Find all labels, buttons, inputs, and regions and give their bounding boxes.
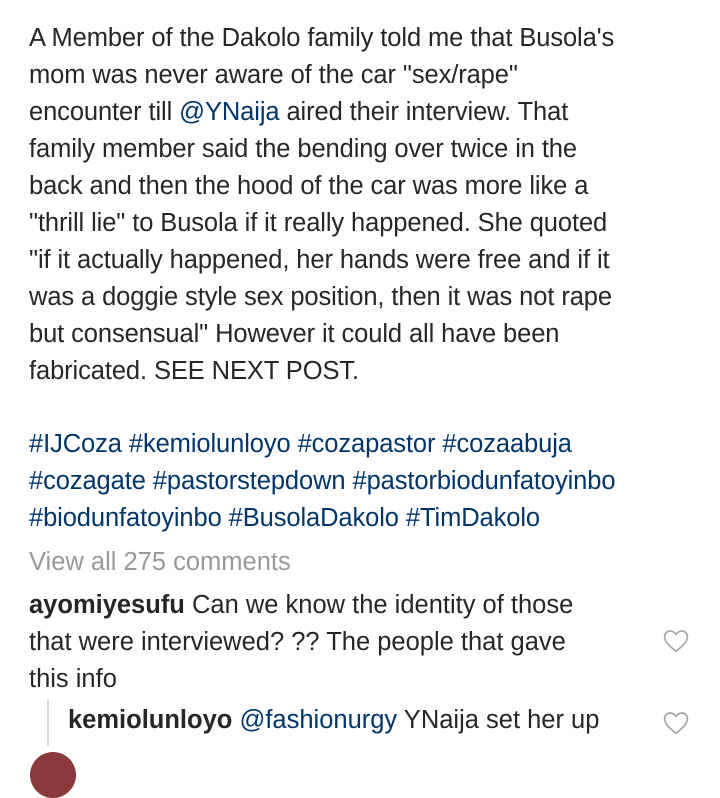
caption-line: mom was never aware of the car "sex/rape…: [29, 61, 518, 89]
caption-line: "if it actually happened, her hands were…: [29, 246, 610, 274]
caption-line: family member said the bending over twic…: [29, 135, 577, 163]
comment-text: this info: [29, 665, 117, 693]
caption-line: but consensual" However it could all hav…: [29, 320, 560, 348]
comment-text: Can we know the identity of those: [184, 591, 574, 619]
caption-line: fabricated. SEE NEXT POST.: [29, 357, 359, 385]
hashtag-link[interactable]: #TimDakolo: [406, 504, 540, 532]
hashtag-link[interactable]: #cozaabuja: [442, 430, 572, 458]
reply-thread-line: [47, 700, 49, 746]
hashtag-link[interactable]: #biodunfatoyinbo: [29, 504, 222, 532]
caption-line: back and then the hood of the car was mo…: [29, 172, 589, 200]
comment-username[interactable]: ayomiyesufu: [29, 591, 185, 619]
caption-line: was a doggie style sex position, then it…: [29, 283, 612, 311]
reply-username[interactable]: kemiolunloyo: [68, 706, 232, 734]
avatar[interactable]: [30, 752, 76, 798]
hashtag-link[interactable]: #pastorstepdown: [153, 467, 346, 495]
caption-line: aired their interview. That: [279, 98, 569, 126]
post-caption: A Member of the Dakolo family told me th…: [29, 20, 699, 390]
caption-line: A Member of the Dakolo family told me th…: [29, 24, 615, 52]
comment-text: that were interviewed? ?? The people tha…: [29, 628, 566, 656]
caption-line: encounter till: [29, 98, 180, 126]
view-all-comments-link[interactable]: View all 275 comments: [29, 545, 291, 579]
hashtag-link[interactable]: #BusolaDakolo: [229, 504, 399, 532]
reply-thread: kemiolunloyo @fashionurgy YNaija set her…: [47, 700, 687, 750]
heart-outline-icon[interactable]: [663, 629, 689, 653]
hashtag-link[interactable]: #pastorbiodunfatoyinbo: [353, 467, 616, 495]
hashtag-block: #IJCoza #kemiolunloyo #cozapastor #cozaa…: [29, 426, 709, 537]
hashtag-link[interactable]: #IJCoza: [29, 430, 122, 458]
mention-link-fashionurgy[interactable]: @fashionurgy: [239, 706, 397, 734]
mention-link-ynaija[interactable]: @YNaija: [179, 98, 279, 126]
hashtag-link[interactable]: #kemiolunloyo: [129, 430, 291, 458]
hashtag-link[interactable]: #cozapastor: [298, 430, 436, 458]
caption-line: "thrill lie" to Busola if it really happ…: [29, 209, 608, 237]
heart-outline-icon[interactable]: [663, 711, 689, 735]
hashtag-link[interactable]: #cozagate: [29, 467, 146, 495]
reply-comment: kemiolunloyo @fashionurgy YNaija set her…: [68, 702, 599, 739]
reply-text: YNaija set her up: [397, 706, 600, 734]
comment-item: ayomiyesufu Can we know the identity of …: [29, 587, 649, 698]
